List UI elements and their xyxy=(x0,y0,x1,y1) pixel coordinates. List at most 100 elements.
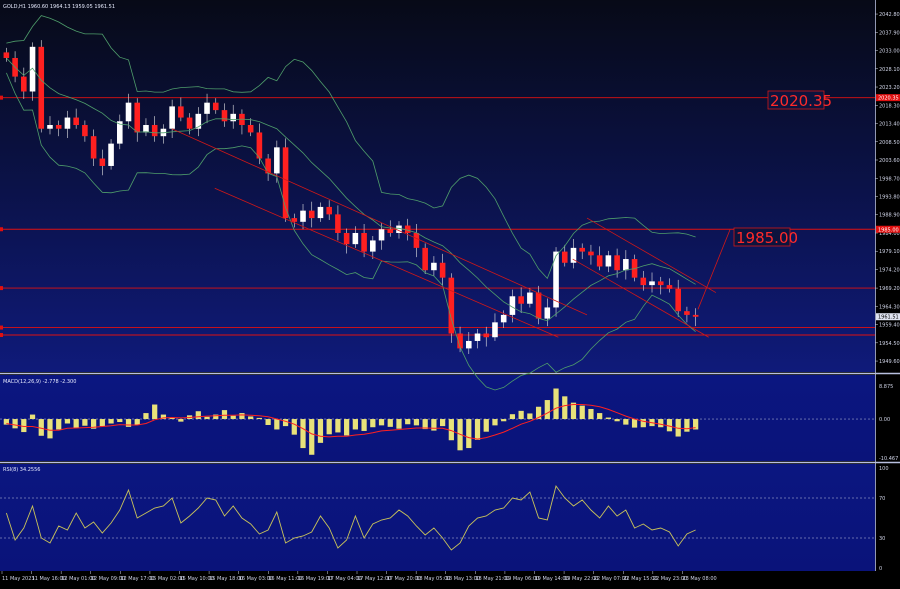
macd-bar[interactable] xyxy=(631,419,638,428)
macd-bar[interactable] xyxy=(614,419,620,422)
bear-candle[interactable] xyxy=(614,255,620,271)
bear-candle[interactable] xyxy=(596,255,603,267)
bear-candle[interactable] xyxy=(387,229,394,233)
macd-bar[interactable] xyxy=(492,419,498,426)
bull-candle[interactable] xyxy=(527,292,533,304)
macd-bar[interactable] xyxy=(378,419,385,426)
bull-candle[interactable] xyxy=(125,102,132,122)
bull-candle[interactable] xyxy=(500,314,507,323)
macd-bar[interactable] xyxy=(256,417,263,420)
bull-candle[interactable] xyxy=(352,232,359,245)
bear-candle[interactable] xyxy=(413,232,420,248)
bull-candle[interactable] xyxy=(47,125,53,129)
macd-bar[interactable] xyxy=(483,419,489,432)
macd-bar[interactable] xyxy=(230,415,236,420)
macd-bar[interactable] xyxy=(56,419,62,430)
bear-candle[interactable] xyxy=(134,102,141,133)
macd-bar[interactable] xyxy=(658,419,664,428)
macd-bar[interactable] xyxy=(117,419,123,423)
bear-candle[interactable] xyxy=(3,52,10,58)
macd-bar[interactable] xyxy=(466,419,472,449)
macd-bar[interactable] xyxy=(274,419,280,430)
bear-candle[interactable] xyxy=(518,296,524,304)
macd-bar[interactable] xyxy=(21,419,27,433)
bull-candle[interactable] xyxy=(605,255,612,267)
bear-candle[interactable] xyxy=(657,281,664,286)
macd-bar[interactable] xyxy=(509,414,516,420)
macd-bar[interactable] xyxy=(82,419,88,426)
macd-bar[interactable] xyxy=(335,419,341,433)
bear-candle[interactable] xyxy=(684,311,690,315)
macd-bar[interactable] xyxy=(413,419,420,426)
bear-candle[interactable] xyxy=(82,125,88,137)
macd-bar[interactable] xyxy=(64,419,71,424)
bear-candle[interactable] xyxy=(640,277,647,286)
macd-bar[interactable] xyxy=(152,404,158,420)
macd-bar[interactable] xyxy=(396,419,402,429)
bull-candle[interactable] xyxy=(492,322,498,338)
bull-candle[interactable] xyxy=(465,340,472,349)
bear-candle[interactable] xyxy=(90,136,97,159)
bear-candle[interactable] xyxy=(178,106,184,118)
macd-bar[interactable] xyxy=(439,419,446,427)
bear-candle[interactable] xyxy=(247,125,254,133)
bull-candle[interactable] xyxy=(108,143,114,166)
bear-candle[interactable] xyxy=(38,46,45,129)
macd-bar[interactable] xyxy=(431,419,437,431)
bull-candle[interactable] xyxy=(64,117,71,129)
bear-candle[interactable] xyxy=(561,251,568,263)
macd-bar[interactable] xyxy=(352,419,358,430)
bear-candle[interactable] xyxy=(186,117,193,129)
bear-candle[interactable] xyxy=(692,314,699,317)
macd-bar[interactable] xyxy=(317,419,324,443)
bear-candle[interactable] xyxy=(666,285,673,289)
macd-bar[interactable] xyxy=(501,419,507,422)
bull-candle[interactable] xyxy=(649,281,655,286)
macd-bar[interactable] xyxy=(361,419,367,431)
macd-bar[interactable] xyxy=(108,419,114,424)
bear-candle[interactable] xyxy=(221,110,228,122)
macd-bar[interactable] xyxy=(99,419,105,427)
bull-candle[interactable] xyxy=(378,229,385,241)
macd-bar[interactable] xyxy=(12,419,18,429)
macd-bar[interactable] xyxy=(387,419,393,427)
bear-candle[interactable] xyxy=(73,117,79,126)
chart-canvas[interactable]: 2042.80 2037.90 2033.00 2028.10 2023.20 2018.… xyxy=(0,0,900,585)
bull-candle[interactable] xyxy=(317,206,324,219)
macd-bar[interactable] xyxy=(134,419,140,425)
macd-bar[interactable] xyxy=(405,419,411,425)
bull-candle[interactable] xyxy=(544,307,551,319)
macd-bar[interactable] xyxy=(29,414,36,420)
macd-bar[interactable] xyxy=(518,410,524,420)
macd-bar[interactable] xyxy=(344,419,350,436)
macd-bar[interactable] xyxy=(684,419,690,432)
bear-candle[interactable] xyxy=(291,218,298,222)
bull-candle[interactable] xyxy=(169,106,175,129)
bear-candle[interactable] xyxy=(99,158,106,166)
bear-candle[interactable] xyxy=(151,125,158,137)
bull-candle[interactable] xyxy=(300,210,306,222)
bull-candle[interactable] xyxy=(370,240,376,252)
bear-candle[interactable] xyxy=(326,206,332,215)
bear-candle[interactable] xyxy=(343,232,350,245)
macd-bar[interactable] xyxy=(623,419,629,425)
macd-bar[interactable] xyxy=(597,413,603,420)
macd-bar[interactable] xyxy=(562,396,568,420)
macd-bar[interactable] xyxy=(544,400,550,420)
bear-candle[interactable] xyxy=(422,247,428,271)
bear-candle[interactable] xyxy=(256,132,263,159)
macd-bar[interactable] xyxy=(291,419,297,435)
bear-candle[interactable] xyxy=(212,102,219,111)
macd-bar[interactable] xyxy=(248,416,254,420)
bear-candle[interactable] xyxy=(404,225,411,233)
bear-candle[interactable] xyxy=(439,262,446,278)
macd-bar[interactable] xyxy=(204,416,210,420)
bear-candle[interactable] xyxy=(535,292,542,319)
macd-bar[interactable] xyxy=(221,410,228,420)
macd-bar[interactable] xyxy=(553,388,559,420)
macd-bar[interactable] xyxy=(178,419,184,422)
bull-candle[interactable] xyxy=(474,333,481,341)
macd-bar[interactable] xyxy=(73,419,79,428)
bull-candle[interactable] xyxy=(204,102,210,114)
macd-bar[interactable] xyxy=(579,405,585,420)
